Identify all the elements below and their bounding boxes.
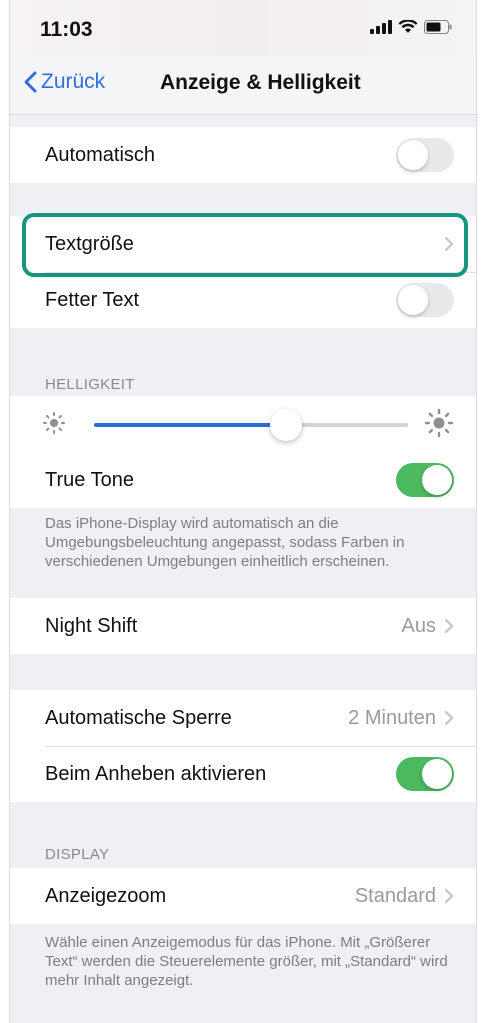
back-button[interactable]: Zurück [24, 70, 105, 94]
automatic-toggle[interactable] [396, 138, 454, 172]
true-tone-description: Das iPhone-Display wird automatisch an d… [45, 515, 405, 570]
back-button-label: Zurück [41, 70, 106, 93]
brightness-low-icon [43, 412, 65, 434]
display-zoom-row[interactable]: Anzeigezoom Standard [10, 868, 476, 924]
auto-lock-row[interactable]: Automatische Sperre 2 Minuten [10, 690, 476, 746]
brightness-group: True Tone [10, 396, 476, 508]
bold-text-label: Fetter Text [45, 288, 140, 311]
night-shift-value: Aus [401, 614, 436, 637]
chevron-right-icon [444, 888, 454, 904]
automatic-label: Automatisch [45, 143, 156, 166]
chevron-right-icon [444, 710, 454, 726]
toggle-knob [422, 465, 452, 495]
lock-group: Automatische Sperre 2 Minuten Beim Anheb… [10, 690, 476, 802]
automatic-row: Automatisch [10, 127, 476, 183]
chevron-right-icon [444, 618, 454, 634]
brightness-slider-fill [94, 423, 286, 427]
text-size-row[interactable]: Textgröße [10, 216, 476, 272]
status-icons [370, 20, 452, 34]
brightness-slider-thumb[interactable] [269, 409, 302, 441]
true-tone-row: True Tone [10, 452, 476, 508]
text-group: Textgröße Fetter Text [10, 216, 476, 328]
night-shift-group: Night Shift Aus [10, 598, 476, 654]
navigation-bar: Zurück Anzeige & Helligkeit [10, 56, 476, 115]
display-zoom-description: Wähle einen Anzeigemodus für das iPhone.… [45, 934, 448, 989]
appearance-group: Automatisch [10, 127, 476, 183]
brightness-slider-row [10, 396, 476, 452]
brightness-slider[interactable] [94, 409, 408, 441]
display-zoom-value: Standard [354, 884, 436, 907]
display-zoom-label: Anzeigezoom [45, 884, 167, 907]
raise-to-wake-row: Beim Anheben aktivieren [10, 746, 476, 802]
battery-icon [424, 20, 452, 34]
toggle-knob [422, 759, 452, 789]
brightness-section-header: HELLIGKEIT [45, 376, 135, 393]
bold-text-toggle[interactable] [396, 283, 454, 317]
chevron-left-icon [24, 71, 37, 93]
toggle-knob [398, 285, 428, 315]
chevron-right-icon [444, 236, 454, 252]
display-section-header: DISPLAY [45, 846, 110, 863]
raise-to-wake-label: Beim Anheben aktivieren [45, 762, 267, 785]
status-bar: 11:03 [10, 0, 476, 56]
settings-screen: 11:03 Zurück Anzeige & Helligkeit Automa… [9, 0, 477, 1023]
bold-text-row: Fetter Text [10, 272, 476, 328]
cellular-signal-icon [370, 20, 392, 34]
toggle-knob [398, 140, 428, 170]
raise-to-wake-toggle[interactable] [396, 757, 454, 791]
text-size-label: Textgröße [45, 232, 134, 255]
night-shift-label: Night Shift [45, 614, 138, 637]
auto-lock-label: Automatische Sperre [45, 706, 232, 729]
display-group: Anzeigezoom Standard [10, 868, 476, 924]
true-tone-toggle[interactable] [396, 463, 454, 497]
night-shift-row[interactable]: Night Shift Aus [10, 598, 476, 654]
status-time: 11:03 [40, 18, 93, 41]
page-title: Anzeige & Helligkeit [160, 71, 361, 94]
true-tone-label: True Tone [45, 468, 134, 491]
wifi-icon [398, 20, 418, 33]
auto-lock-value: 2 Minuten [348, 706, 436, 729]
brightness-high-icon [424, 408, 454, 438]
